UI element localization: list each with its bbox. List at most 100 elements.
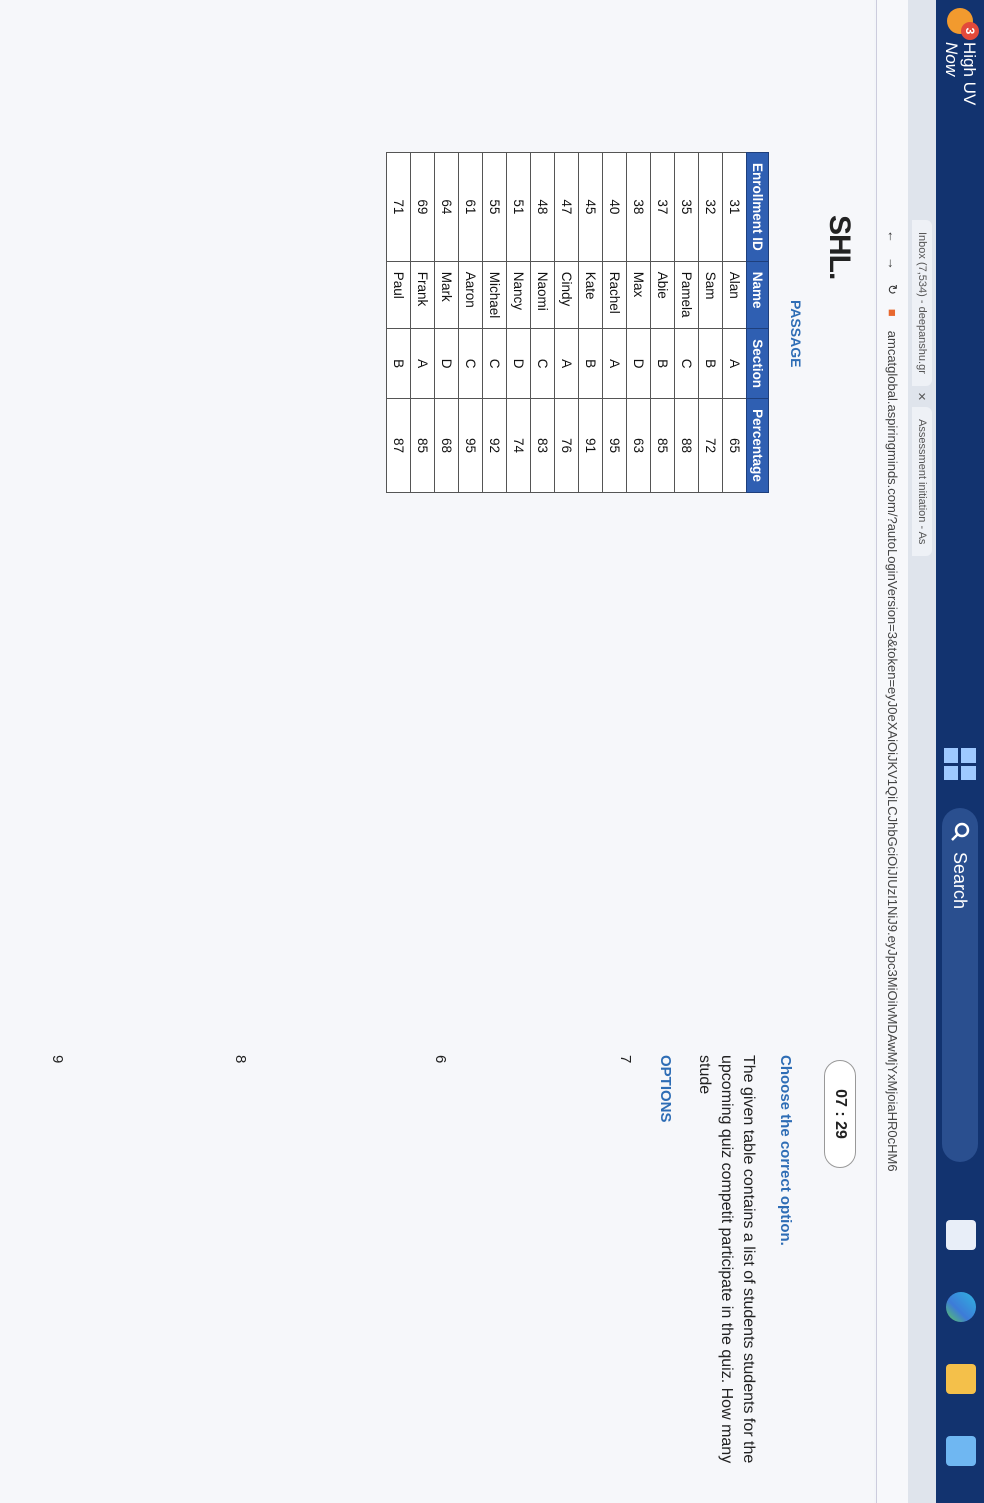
table-row: 64 Mark D 68: [434, 152, 459, 493]
cell-enrollment-id: 40: [602, 152, 627, 262]
table-row: 45 Kate B 91: [578, 152, 603, 493]
weather-time: Now: [942, 42, 961, 77]
header-section: Section: [746, 328, 769, 399]
tab-inbox[interactable]: Inbox (7,534) - deepanshu.gr: [912, 220, 932, 386]
url-field[interactable]: amcatglobal.aspiringminds.com/?autoLogin…: [885, 331, 900, 1172]
forward-icon[interactable]: →: [885, 257, 900, 270]
cell-section: A: [722, 328, 747, 399]
weather-condition: High UV: [960, 42, 979, 106]
cell-enrollment-id: 32: [698, 152, 723, 262]
table-header-row: Enrollment ID Name Section Percentage: [746, 152, 769, 493]
table-row: 32 Sam B 72: [698, 152, 723, 493]
cell-enrollment-id: 47: [554, 152, 579, 262]
browser-window: Inbox (7,534) - deepanshu.gr ✕ Assessmen…: [0, 0, 936, 1503]
table-row: 61 Aaron C 95: [458, 152, 483, 493]
option-b[interactable]: 6: [409, 1055, 449, 1255]
cell-name: Paul: [386, 261, 411, 329]
cell-enrollment-id: 55: [482, 152, 507, 262]
cell-percentage: 63: [626, 398, 651, 493]
option-c[interactable]: 8: [209, 1055, 249, 1255]
close-tab-icon[interactable]: ✕: [916, 392, 929, 401]
weather-icon: 3: [947, 8, 979, 40]
cell-name: Mark: [434, 261, 459, 329]
cell-name: Sam: [698, 261, 723, 329]
table-row: 35 Pamela C 88: [674, 152, 699, 493]
reload-icon[interactable]: ↻: [885, 284, 901, 295]
cell-name: Frank: [410, 261, 435, 329]
store-icon[interactable]: [946, 1436, 976, 1466]
cell-percentage: 95: [458, 398, 483, 493]
cell-name: Michael: [482, 261, 507, 329]
task-view-icon[interactable]: [946, 1220, 976, 1250]
cell-enrollment-id: 69: [410, 152, 435, 262]
cell-percentage: 65: [722, 398, 747, 493]
cell-enrollment-id: 37: [650, 152, 675, 262]
cell-section: A: [554, 328, 579, 399]
shl-logo: SHL.: [823, 215, 856, 280]
taskbar-search[interactable]: Search: [942, 808, 978, 1162]
cell-percentage: 95: [602, 398, 627, 493]
option-d[interactable]: 9: [26, 1055, 66, 1255]
site-icon: ■: [885, 308, 900, 317]
cell-enrollment-id: 35: [674, 152, 699, 262]
cell-percentage: 91: [578, 398, 603, 493]
cell-percentage: 85: [650, 398, 675, 493]
question-text: The given table contains a list of stude…: [696, 1055, 757, 1464]
windows-start-icon[interactable]: [944, 748, 976, 780]
table-row: 47 Cindy A 76: [554, 152, 579, 493]
cell-enrollment-id: 61: [458, 152, 483, 262]
cell-name: Abie: [650, 261, 675, 329]
assessment-page: SHL. 07 : 29 PASSAGE Enrollment ID Name …: [0, 0, 874, 1503]
cell-name: Naomi: [530, 261, 555, 329]
weather-widget[interactable]: 3 High UV Now: [942, 8, 979, 106]
cell-section: A: [602, 328, 627, 399]
table-row: 37 Abie B 85: [650, 152, 675, 493]
student-table: Enrollment ID Name Section Percentage 31…: [386, 152, 769, 493]
cell-section: B: [386, 328, 411, 399]
taskbar: 3 High UV Now Search: [936, 0, 984, 1503]
cell-percentage: 74: [506, 398, 531, 493]
tab-strip: Inbox (7,534) - deepanshu.gr ✕ Assessmen…: [908, 0, 936, 1503]
header-percentage: Percentage: [746, 398, 769, 493]
table-row: 55 Michael C 92: [482, 152, 507, 493]
cell-enrollment-id: 31: [722, 152, 747, 262]
table-row: 40 Rachel A 95: [602, 152, 627, 493]
cell-section: A: [410, 328, 435, 399]
address-bar: ← → ↻ ■ amcatglobal.aspiringminds.com/?a…: [876, 0, 908, 1503]
cell-percentage: 68: [434, 398, 459, 493]
header-enrollment-id: Enrollment ID: [746, 152, 769, 262]
cell-enrollment-id: 48: [530, 152, 555, 262]
edge-icon[interactable]: [946, 1292, 976, 1322]
table-row: 48 Naomi C 83: [530, 152, 555, 493]
cell-enrollment-id: 71: [386, 152, 411, 262]
search-label: Search: [950, 852, 971, 910]
option-a[interactable]: 7: [594, 1055, 634, 1255]
cell-percentage: 87: [386, 398, 411, 493]
cell-name: Kate: [578, 261, 603, 329]
header-name: Name: [746, 261, 769, 329]
cell-section: B: [698, 328, 723, 399]
cell-name: Pamela: [674, 261, 699, 329]
cell-name: Aaron: [458, 261, 483, 329]
cell-percentage: 72: [698, 398, 723, 493]
back-icon[interactable]: ←: [885, 230, 900, 243]
weather-badge: 3: [961, 22, 979, 40]
cell-section: D: [626, 328, 651, 399]
tab-assessment[interactable]: Assessment initiation - As: [912, 407, 932, 557]
cell-section: D: [506, 328, 531, 399]
cell-section: C: [674, 328, 699, 399]
passage-label: PASSAGE: [788, 300, 804, 368]
photo-background: 3 High UV Now Search Inbox (7,534) - dee…: [0, 0, 984, 1503]
cell-section: D: [434, 328, 459, 399]
cell-section: C: [482, 328, 507, 399]
cell-percentage: 85: [410, 398, 435, 493]
file-explorer-icon[interactable]: [946, 1364, 976, 1394]
cell-section: C: [458, 328, 483, 399]
table-row: 71 Paul B 87: [386, 152, 411, 493]
table-row: 51 Nancy D 74: [506, 152, 531, 493]
cell-name: Rachel: [602, 261, 627, 329]
cell-percentage: 83: [530, 398, 555, 493]
cell-name: Alan: [722, 261, 747, 329]
search-icon: [951, 822, 970, 841]
instruction: Choose the correct option.: [777, 1055, 794, 1246]
